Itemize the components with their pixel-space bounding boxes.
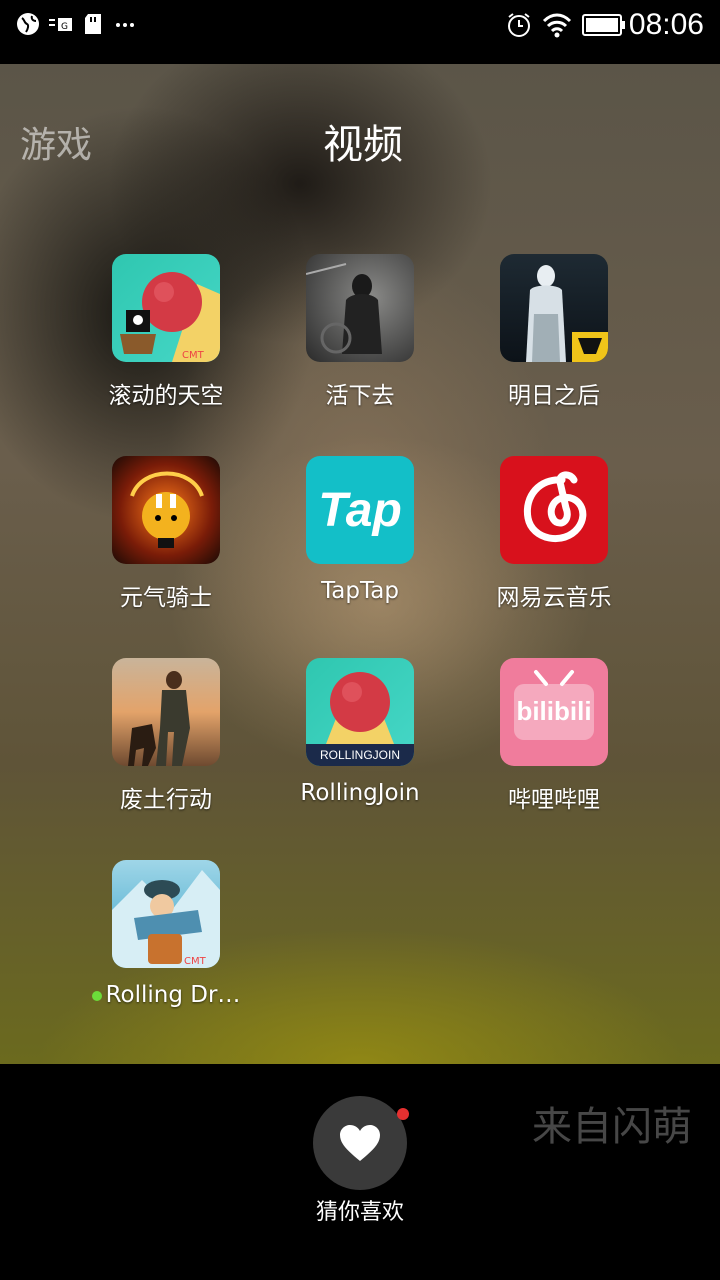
rolling-sky-icon: CMT (112, 254, 220, 362)
app-netease-music[interactable]: 网易云音乐 (457, 456, 651, 646)
app-label: 明日之后 (508, 383, 600, 409)
app-label: Rolling Dr… (69, 982, 263, 1008)
bilibili-logo-text: bilibili (516, 696, 592, 726)
app-rolling-join[interactable]: ROLLINGJOIN RollingJoin (263, 658, 457, 848)
survive-icon (306, 254, 414, 362)
taptap-icon: Tap (306, 456, 414, 564)
source-label: 来自闪萌 (532, 1104, 692, 1150)
app-rolling-drift[interactable]: CMT Rolling Dr… (69, 860, 263, 1050)
globe-icon (17, 13, 39, 35)
soul-knight-icon (112, 456, 220, 564)
clock: 08:06 (628, 8, 704, 41)
tab-video[interactable]: 视频 (323, 112, 403, 170)
app-label-text: Rolling Dr… (105, 982, 241, 1008)
app-label: 元气骑士 (120, 585, 212, 611)
lifeafter-icon (500, 254, 608, 362)
app-rolling-sky[interactable]: CMT 滚动的天空 (69, 254, 263, 444)
tab-games[interactable]: 游戏 (20, 116, 92, 168)
app-label: 活下去 (325, 383, 395, 409)
svg-text:CMT: CMT (184, 956, 207, 967)
svg-text:G: G (61, 22, 68, 32)
new-install-dot (91, 990, 102, 1001)
rolling-join-logo-text: ROLLINGJOIN (319, 748, 400, 762)
rolling-join-icon: ROLLINGJOIN (306, 658, 414, 766)
app-wasteland-ops[interactable]: 废土行动 (69, 658, 263, 848)
app-label: RollingJoin (300, 780, 420, 806)
app-lifeafter[interactable]: 明日之后 (457, 254, 651, 444)
heart-icon (340, 1125, 380, 1161)
rolling-drift-icon: CMT (112, 860, 220, 968)
status-bar: G 08:06 (0, 0, 720, 64)
taptap-logo-text: Tap (318, 483, 402, 537)
netease-music-icon (500, 456, 608, 564)
battery-icon (582, 14, 625, 36)
bilibili-icon: bilibili (500, 658, 608, 766)
app-label: 滚动的天空 (108, 383, 224, 409)
app-label: 废土行动 (120, 787, 212, 813)
app-label: TapTap (321, 578, 399, 604)
app-label: 网易云音乐 (496, 585, 612, 611)
alarm-icon (508, 13, 530, 37)
app-taptap[interactable]: Tap TapTap (263, 456, 457, 646)
guess-you-like-label: 猜你喜欢 (315, 1200, 404, 1225)
app-soul-knight[interactable]: 元气骑士 (69, 456, 263, 646)
more-icon (116, 23, 134, 27)
app-label: 哔哩哔哩 (508, 787, 600, 813)
app-bilibili[interactable]: bilibili 哔哩哔哩 (457, 658, 651, 848)
guess-you-like-button[interactable] (313, 1096, 407, 1190)
wasteland-ops-icon (112, 658, 220, 766)
notification-dot (397, 1108, 409, 1120)
sd-card-icon (85, 14, 101, 34)
wifi-icon (542, 13, 572, 38)
app-survive[interactable]: 活下去 (263, 254, 457, 444)
sim-icon: G (49, 18, 72, 32)
svg-text:CMT: CMT (182, 350, 205, 361)
dock: 猜你喜欢 来自闪萌 (0, 1064, 720, 1280)
